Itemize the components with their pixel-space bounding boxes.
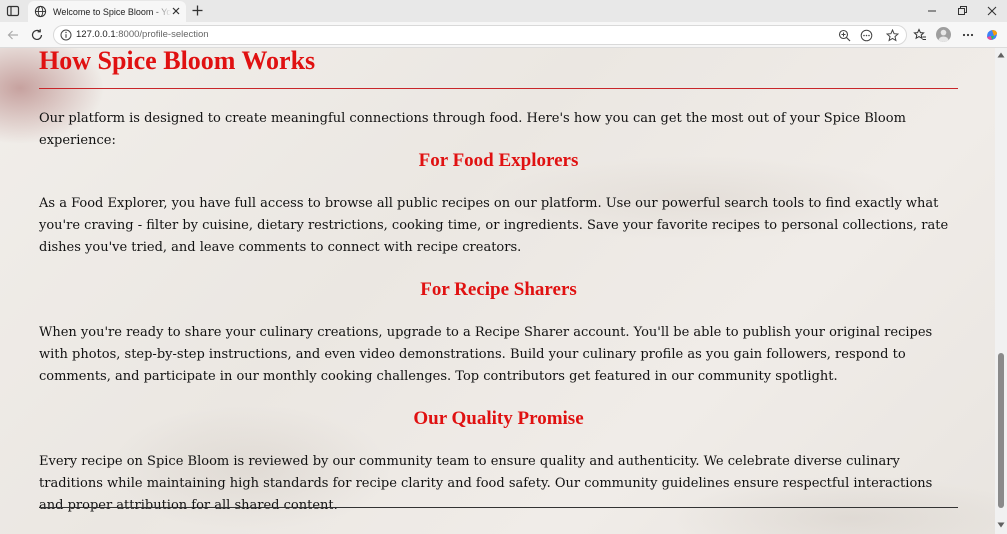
section-heading-food-explorers: For Food Explorers (418, 150, 579, 171)
close-window-icon[interactable] (985, 4, 999, 18)
section-heading-quality-promise: Our Quality Promise (413, 408, 584, 429)
more-menu-icon[interactable] (961, 28, 975, 42)
title-divider (39, 88, 958, 89)
address-bar[interactable]: 127.0.0.1:8000/profile-selection (53, 25, 907, 45)
restore-icon[interactable] (955, 4, 969, 18)
tab-strip: Welcome to Spice Bloom - Your Culinary J… (0, 0, 1007, 22)
scrollbar-thumb[interactable] (998, 353, 1004, 508)
back-arrow-icon[interactable] (6, 28, 20, 42)
site-info-icon[interactable] (60, 29, 72, 41)
minimize-icon[interactable] (925, 4, 939, 18)
section-body-recipe-sharers: When you're ready to share your culinary… (39, 325, 933, 384)
vertical-scrollbar[interactable] (995, 48, 1007, 534)
scroll-up-arrow-icon[interactable] (997, 52, 1005, 58)
new-tab-icon[interactable] (191, 4, 204, 17)
zoom-icon[interactable] (838, 29, 851, 42)
tab-title: Welcome to Spice Bloom - Your Culinary J… (53, 6, 171, 17)
close-tab-icon[interactable] (171, 6, 181, 16)
sidebar-toggle-icon[interactable] (6, 4, 20, 18)
reload-icon[interactable] (30, 28, 44, 42)
favorites-list-icon[interactable] (913, 28, 927, 42)
browser-toolbar: 127.0.0.1:8000/profile-selection (0, 22, 1007, 48)
page-options-icon[interactable] (860, 29, 873, 42)
bottom-divider (39, 507, 958, 508)
copilot-icon[interactable] (985, 28, 999, 42)
url-path: :8000/profile-selection (115, 29, 209, 40)
scroll-down-arrow-icon[interactable] (997, 522, 1005, 528)
profile-avatar-icon[interactable] (936, 27, 951, 42)
page-title: How Spice Bloom Works (39, 48, 316, 75)
intro-paragraph: Our platform is designed to create meani… (39, 111, 906, 148)
url-text: 127.0.0.1:8000/profile-selection (76, 29, 209, 40)
person-icon (938, 29, 949, 42)
favorite-star-icon[interactable] (886, 29, 899, 42)
globe-icon (34, 5, 47, 18)
page-viewport: How Spice Bloom Works Our platform is de… (0, 48, 995, 534)
url-host: 127.0.0.1 (76, 29, 116, 40)
section-heading-recipe-sharers: For Recipe Sharers (420, 279, 577, 300)
section-body-food-explorers: As a Food Explorer, you have full access… (39, 196, 949, 255)
browser-tab-active[interactable]: Welcome to Spice Bloom - Your Culinary J… (28, 1, 186, 22)
